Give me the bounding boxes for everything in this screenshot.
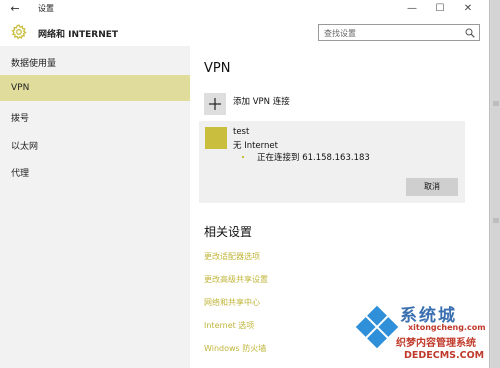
vpn-connection-icon <box>205 127 227 149</box>
cancel-button[interactable]: 取消 <box>406 178 458 196</box>
sidebar-item-vpn[interactable]: VPN <box>0 75 190 101</box>
link-advanced-sharing[interactable]: 更改高级共享设置 <box>204 274 268 285</box>
gear-icon <box>11 24 27 40</box>
add-vpn-label[interactable]: 添加 VPN 连接 <box>233 95 290 107</box>
sidebar-item-dialup[interactable]: 拨号 <box>0 103 190 129</box>
sidebar: 数据使用量 VPN 拨号 以太网 代理 <box>0 46 190 368</box>
page-header: 网络和 INTERNET 查找设置 <box>0 18 489 46</box>
progress-dot-icon <box>242 156 244 158</box>
plus-icon <box>209 98 221 110</box>
link-network-sharing-center[interactable]: 网络和共享中心 <box>204 297 260 308</box>
strip-marker <box>493 218 499 223</box>
page-title: 网络和 INTERNET <box>38 30 119 40</box>
sidebar-item-label: 拨号 <box>11 114 30 124</box>
link-adapter-options[interactable]: 更改适配器选项 <box>204 251 260 262</box>
watermark-url: xitongcheng.com <box>408 323 486 332</box>
watermark-url-2: DEDECMS.COM <box>404 350 485 361</box>
search-placeholder: 查找设置 <box>324 29 356 38</box>
sidebar-item-data-usage[interactable]: 数据使用量 <box>0 48 190 74</box>
add-vpn-button[interactable] <box>204 93 226 115</box>
section-heading-vpn: VPN <box>204 61 231 76</box>
strip-marker <box>493 101 499 106</box>
sidebar-item-label: 数据使用量 <box>11 59 57 69</box>
title-bar: ← 设置 — ☐ ✕ <box>0 0 489 18</box>
sidebar-item-label: VPN <box>11 83 30 93</box>
search-icon[interactable] <box>465 28 475 38</box>
sidebar-item-proxy[interactable]: 代理 <box>0 158 190 184</box>
sidebar-item-ethernet[interactable]: 以太网 <box>0 131 190 157</box>
close-button[interactable]: ✕ <box>458 1 478 17</box>
maximize-button[interactable]: ☐ <box>430 1 450 17</box>
section-heading-related: 相关设置 <box>204 225 253 239</box>
vpn-name: test <box>233 127 250 137</box>
search-input[interactable]: 查找设置 <box>318 24 480 41</box>
link-internet-options[interactable]: Internet 选项 <box>204 320 254 331</box>
sidebar-item-label: 代理 <box>11 169 30 179</box>
window-title: 设置 <box>38 4 54 13</box>
vpn-status: 无 Internet <box>233 141 278 151</box>
vpn-connection-card[interactable]: test 无 Internet 正在连接到 61.158.163.183 取消 <box>199 121 465 203</box>
vpn-connecting-text: 正在连接到 61.158.163.183 <box>257 153 370 163</box>
windows-logo-icon <box>355 305 399 349</box>
watermark-cn-text: 织梦内容管理系统 <box>396 338 476 349</box>
minimize-button[interactable]: — <box>402 1 422 17</box>
watermark: 系统城 xitongcheng.com 织梦内容管理系统 DEDECMS.COM <box>352 300 500 368</box>
back-arrow-icon[interactable]: ← <box>6 1 24 17</box>
link-windows-firewall[interactable]: Windows 防火墙 <box>204 343 266 354</box>
sidebar-item-label: 以太网 <box>11 142 39 152</box>
